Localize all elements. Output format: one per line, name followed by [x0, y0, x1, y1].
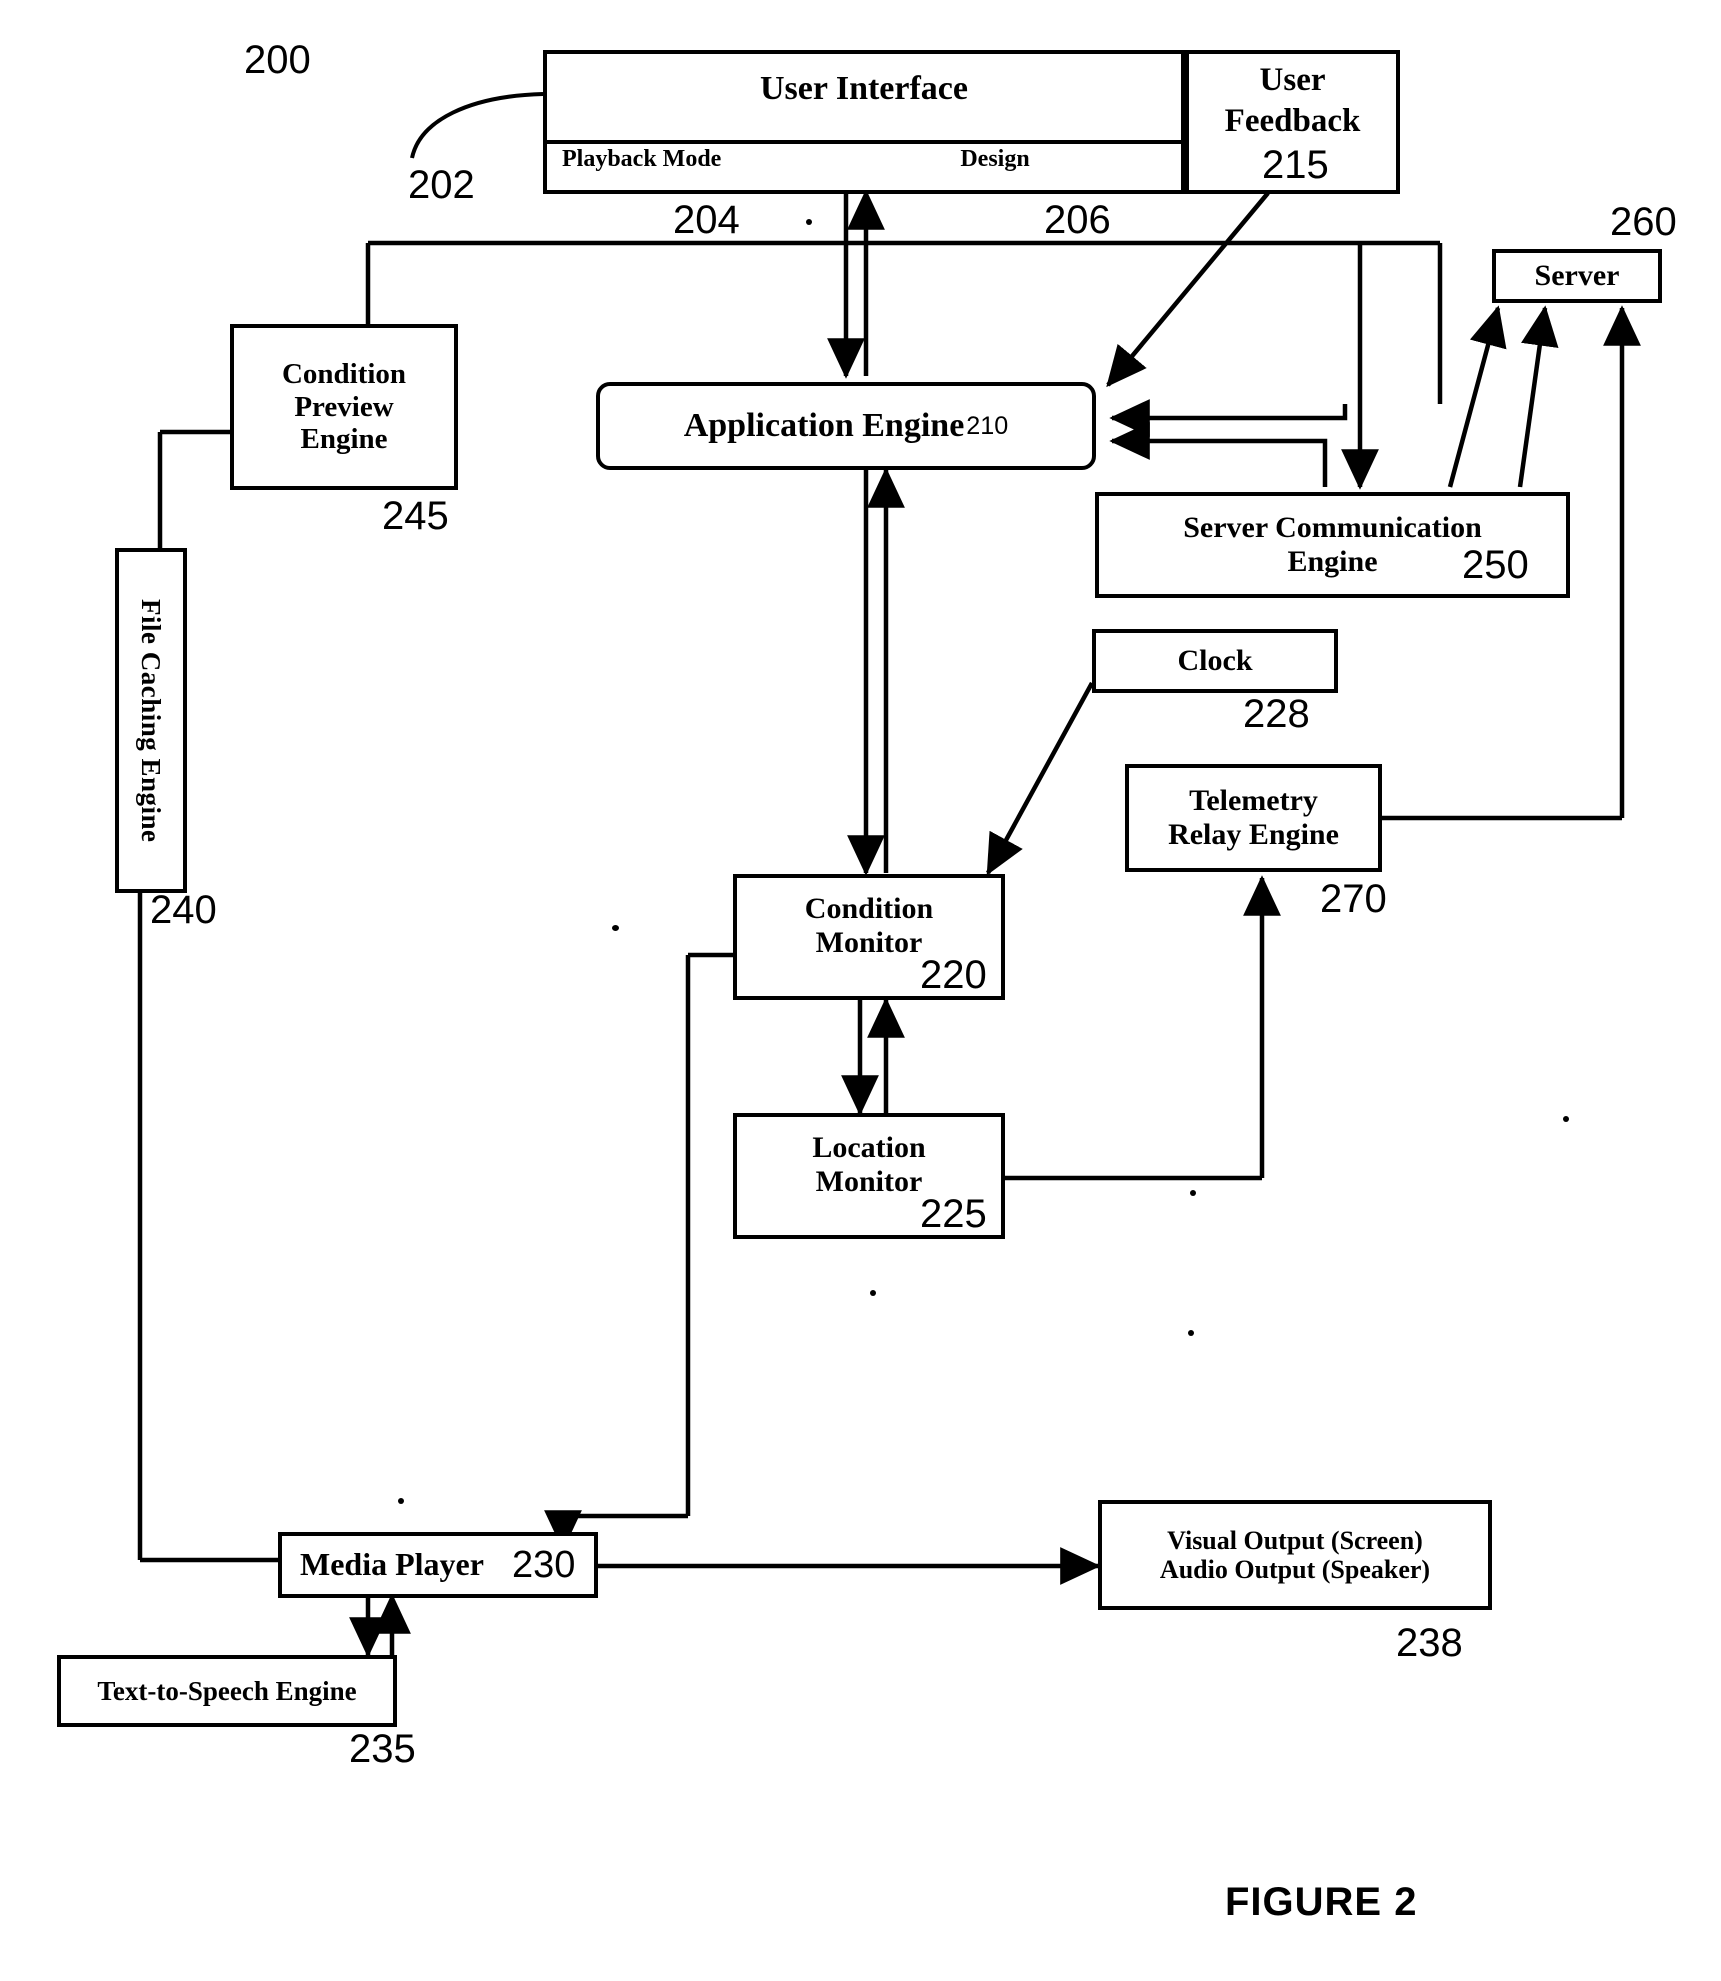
condition-preview-engine-line3: Engine	[300, 423, 388, 456]
condition-preview-engine-line2: Preview	[294, 390, 394, 423]
file-caching-engine-label: File Caching Engine	[136, 598, 167, 843]
ref-215: 215	[1262, 143, 1329, 187]
server-communication-engine-line2: Engine	[1287, 545, 1378, 578]
user-interface-title: User Interface	[759, 70, 968, 107]
media-player-label: Media Player	[300, 1546, 484, 1583]
condition-monitor-line2: Monitor	[815, 925, 923, 959]
clock-label: Clock	[1177, 644, 1253, 678]
tab-playback-mode[interactable]: Playback Mode	[562, 146, 721, 173]
text-to-speech-engine-box[interactable]: Text-to-Speech Engine	[57, 1655, 397, 1727]
ref-260: 260	[1610, 200, 1677, 244]
telemetry-relay-engine-line2: Relay Engine	[1168, 818, 1339, 851]
telemetry-relay-engine-box[interactable]: Telemetry Relay Engine	[1125, 764, 1382, 872]
file-caching-engine-box[interactable]: File Caching Engine	[115, 548, 187, 893]
scan-speck	[612, 925, 619, 931]
ref-230: 230	[511, 1543, 576, 1586]
ref-270: 270	[1320, 877, 1387, 921]
output-line2: Audio Output (Speaker)	[1159, 1555, 1431, 1584]
ref-228: 228	[1243, 692, 1310, 736]
scan-speck	[806, 219, 812, 225]
patent-figure-canvas: 200 User Interface Playback Mode Design …	[0, 0, 1721, 1981]
ref-210: 210	[966, 411, 1009, 440]
clock-box[interactable]: Clock	[1092, 629, 1338, 693]
condition-preview-engine-line1: Condition	[281, 358, 407, 391]
tab-design[interactable]: Design	[880, 146, 1110, 173]
location-monitor-line2: Monitor	[815, 1164, 923, 1198]
ref-220: 220	[920, 953, 987, 997]
scan-speck	[398, 1498, 404, 1504]
telemetry-relay-engine-line1: Telemetry	[1189, 784, 1318, 818]
ref-238: 238	[1396, 1621, 1463, 1665]
ref-202: 202	[408, 163, 475, 207]
condition-preview-engine-box[interactable]: Condition Preview Engine	[230, 324, 458, 490]
server-communication-engine-line1: Server Communication	[1183, 511, 1482, 545]
ref-225: 225	[920, 1192, 987, 1236]
ref-250: 250	[1462, 543, 1529, 587]
media-player-box[interactable]: Media Player 230	[278, 1532, 598, 1598]
output-line1: Visual Output (Screen)	[1167, 1525, 1423, 1555]
user-interface-divider	[543, 140, 1185, 144]
location-monitor-line1: Location	[812, 1131, 926, 1164]
output-box[interactable]: Visual Output (Screen) Audio Output (Spe…	[1098, 1500, 1492, 1610]
figure-label: FIGURE 2	[1225, 1880, 1418, 1924]
server-label: Server	[1534, 259, 1620, 293]
user-feedback-label-line1: User	[1259, 62, 1326, 98]
scan-speck	[870, 1290, 876, 1296]
ref-206: 206	[1044, 198, 1111, 242]
figure-ref-200: 200	[244, 38, 311, 82]
condition-monitor-line1: Condition	[804, 892, 934, 925]
text-to-speech-engine-label: Text-to-Speech Engine	[97, 1675, 357, 1706]
ref-245: 245	[382, 494, 449, 538]
user-feedback-label-line2: Feedback	[1224, 103, 1361, 139]
scan-speck	[1563, 1116, 1569, 1122]
scan-speck	[1188, 1330, 1194, 1336]
server-box[interactable]: Server	[1492, 249, 1662, 303]
scan-speck	[1190, 1190, 1196, 1196]
ref-204: 204	[673, 198, 740, 242]
application-engine-box[interactable]: Application Engine 210	[596, 382, 1096, 470]
ref-235: 235	[349, 1727, 416, 1771]
ref-240: 240	[150, 888, 217, 932]
application-engine-label: Application Engine	[683, 406, 965, 444]
